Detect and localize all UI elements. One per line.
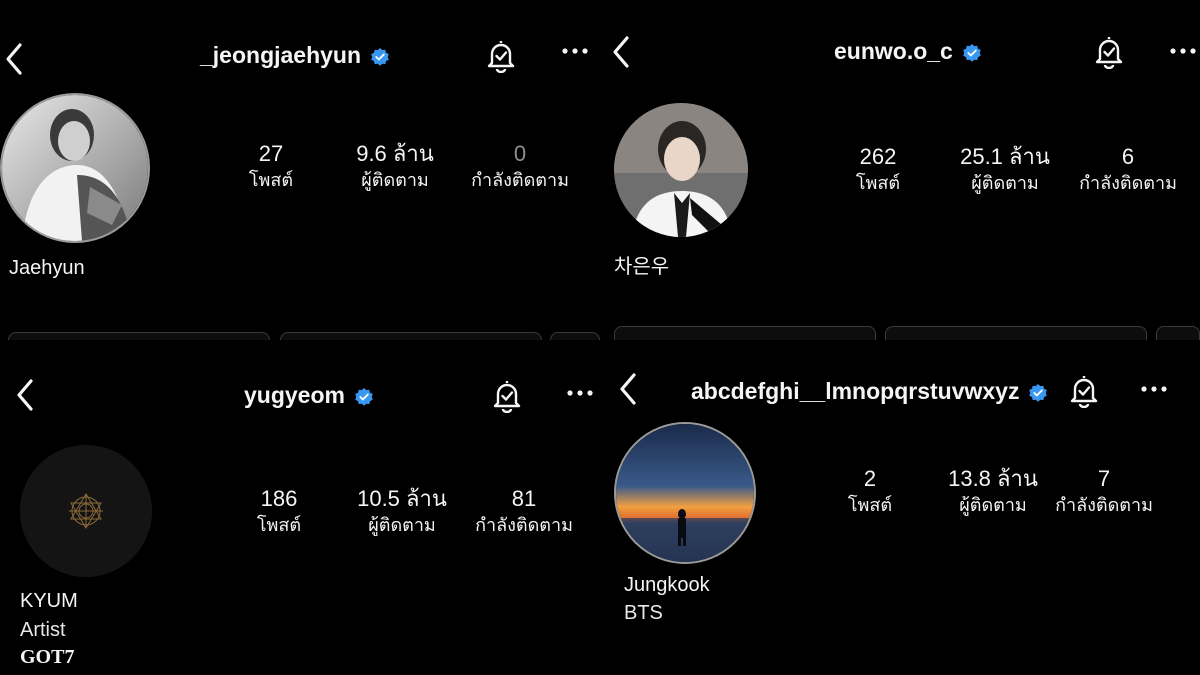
follow-button[interactable]	[614, 326, 876, 340]
suggest-button[interactable]	[1156, 326, 1200, 340]
stat-followers[interactable]: 25.1 ล้าน ผู้ติดตาม	[945, 143, 1065, 197]
profile-panel-eunwoo: eunwo.o_c 262 โพสต์ 25.1 ล้าน ผู้ติดตาม …	[600, 0, 1200, 340]
profile-avatar[interactable]	[614, 103, 748, 237]
stat-following-label: กำลังติดตาม	[471, 170, 569, 191]
stat-followers-label: ผู้ติดตาม	[368, 515, 436, 536]
bell-check-icon[interactable]	[1092, 33, 1126, 69]
profile-panel-jaehyun: _jeongjaehyun 27 โพสต์ 9.6 ล้าน ผู้ติดตา…	[0, 0, 600, 340]
profile-panel-jungkook: abcdefghi__lmnopqrstuvwxyz 2 โพสต์ 13.8 …	[600, 340, 1200, 675]
stat-following-label: กำลังติดตาม	[1055, 495, 1153, 516]
display-name: KYUM	[20, 590, 78, 612]
stat-followers[interactable]: 10.5 ล้าน ผู้ติดตาม	[342, 485, 462, 539]
stat-followers[interactable]: 9.6 ล้าน ผู้ติดตาม	[340, 140, 450, 194]
stat-following[interactable]: 6 กำลังติดตาม	[1068, 143, 1188, 197]
back-chevron-icon[interactable]	[610, 35, 632, 69]
stat-posts-label: โพสต์	[855, 173, 901, 194]
more-options-icon[interactable]	[562, 46, 588, 56]
stat-posts-label: โพสต์	[256, 515, 302, 536]
profile-avatar[interactable]	[614, 422, 756, 564]
more-options-icon[interactable]	[567, 388, 593, 398]
stat-posts-value: 186	[260, 486, 298, 511]
bio-line: BTS	[624, 602, 663, 624]
stat-followers[interactable]: 13.8 ล้าน ผู้ติดตาม	[933, 465, 1053, 519]
profile-username: abcdefghi__lmnopqrstuvwxyz	[691, 378, 1048, 405]
message-button[interactable]	[885, 326, 1147, 340]
back-chevron-icon[interactable]	[3, 42, 25, 76]
stat-posts-label: โพสต์	[248, 170, 294, 191]
back-chevron-icon[interactable]	[617, 372, 639, 406]
stat-posts-value: 262	[859, 144, 897, 169]
bell-check-icon[interactable]	[490, 377, 524, 413]
bio-category: Artist	[20, 619, 66, 641]
profile-avatar[interactable]	[20, 445, 152, 577]
stat-following[interactable]: 0 กำลังติดตาม	[460, 140, 580, 194]
profile-panel-yugyeom: yugyeom 186 โพสต์ 10.5 ล้าน ผู้ติดตาม 81…	[0, 340, 600, 675]
username-text: eunwo.o_c	[834, 38, 953, 64]
stat-posts-value: 27	[258, 141, 284, 166]
profile-avatar[interactable]	[0, 93, 150, 243]
username-text: abcdefghi__lmnopqrstuvwxyz	[691, 378, 1020, 404]
stat-posts[interactable]: 262 โพสต์	[838, 143, 918, 197]
stat-following-label: กำลังติดตาม	[1079, 173, 1177, 194]
profile-username: yugyeom	[244, 382, 374, 409]
message-button[interactable]	[280, 332, 542, 340]
profile-username: _jeongjaehyun	[200, 42, 390, 69]
display-name: 차은우	[614, 256, 670, 278]
profile-username: eunwo.o_c	[834, 38, 982, 65]
username-text: _jeongjaehyun	[200, 42, 362, 68]
stat-posts[interactable]: 186 โพสต์	[239, 485, 319, 539]
back-chevron-icon[interactable]	[14, 378, 36, 412]
stat-posts-label: โพสต์	[847, 495, 893, 516]
verified-badge-icon	[962, 42, 982, 62]
bell-check-icon[interactable]	[484, 37, 518, 73]
stat-following-label: กำลังติดตาม	[475, 515, 573, 536]
verified-badge-icon	[354, 386, 374, 406]
stat-followers-label: ผู้ติดตาม	[971, 173, 1039, 194]
username-text: yugyeom	[244, 382, 345, 408]
stat-followers-value: 13.8 ล้าน	[948, 466, 1038, 491]
bio-line: GOT7	[20, 646, 75, 668]
stat-followers-value: 25.1 ล้าน	[960, 144, 1050, 169]
stat-following[interactable]: 7 กำลังติดตาม	[1044, 465, 1164, 519]
suggest-button[interactable]	[550, 332, 600, 340]
display-name: Jungkook	[624, 574, 710, 596]
stat-following-value: 7	[1097, 466, 1111, 491]
more-options-icon[interactable]	[1141, 384, 1167, 394]
stat-posts-value: 2	[863, 466, 877, 491]
more-options-icon[interactable]	[1170, 46, 1196, 56]
stat-followers-label: ผู้ติดตาม	[361, 170, 429, 191]
stat-following[interactable]: 81 กำลังติดตาม	[464, 485, 584, 539]
stat-posts[interactable]: 2 โพสต์	[830, 465, 910, 519]
verified-badge-icon	[370, 46, 390, 66]
stat-following-value: 0	[513, 141, 527, 166]
stat-posts[interactable]: 27 โพสต์	[231, 140, 311, 194]
stat-following-value: 81	[511, 486, 537, 511]
bell-check-icon[interactable]	[1067, 372, 1101, 408]
stat-following-value: 6	[1121, 144, 1135, 169]
stat-followers-value: 10.5 ล้าน	[357, 486, 447, 511]
follow-button[interactable]	[8, 332, 270, 340]
verified-badge-icon	[1028, 382, 1048, 402]
stat-followers-value: 9.6 ล้าน	[356, 141, 434, 166]
stat-followers-label: ผู้ติดตาม	[959, 495, 1027, 516]
display-name: Jaehyun	[9, 257, 85, 279]
